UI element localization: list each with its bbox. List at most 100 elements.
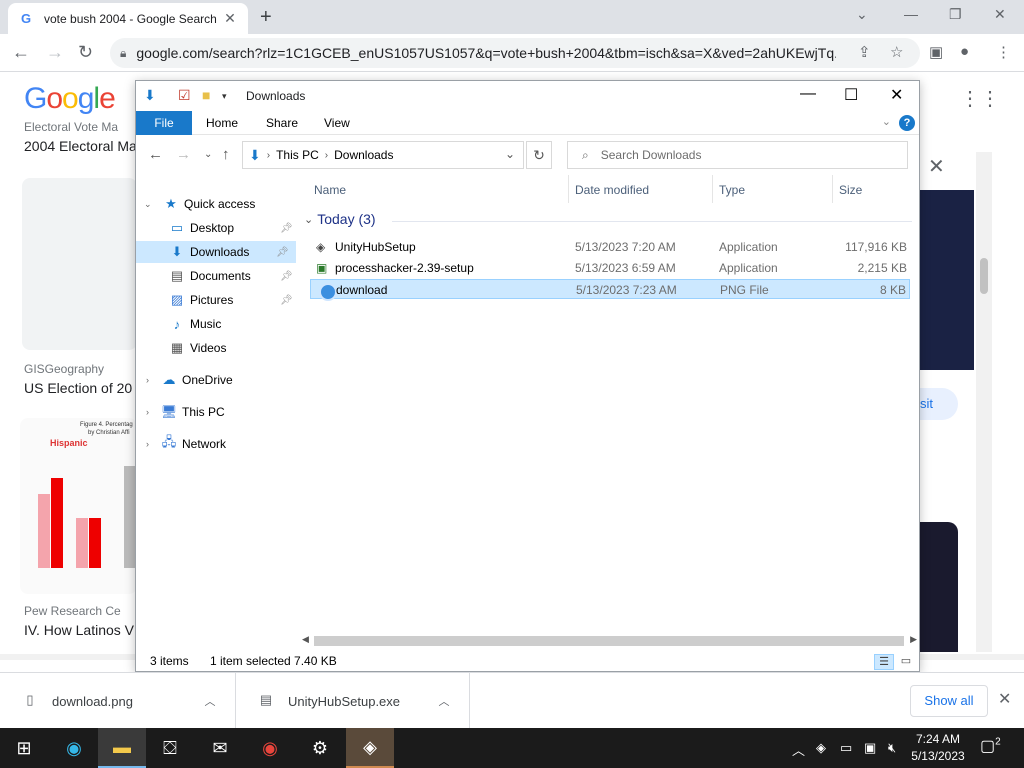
explorer-close-button[interactable]: ✕ [890,85,903,105]
volume-muted-icon[interactable]: 🔇︎ [888,740,896,756]
nav-videos[interactable]: ▦ Videos [168,337,227,359]
address-url[interactable]: google.com/search?rlz=1C1GCEB_enUS1057US… [136,45,836,61]
system-clock[interactable]: 7:24 AM 5/13/2023 [906,731,970,765]
up-button[interactable]: ↑ [222,146,230,163]
nav-network[interactable]: 🖧︎ Network [160,433,226,455]
breadcrumb-thispc[interactable]: This PC [276,148,319,162]
tab-file[interactable]: File [136,111,192,135]
file-row[interactable]: ▣ processhacker-2.39-setup 5/13/2023 6:5… [310,258,910,278]
result-source[interactable]: Pew Research Ce [24,604,121,618]
result-title[interactable]: 2004 Electoral Ma [24,138,137,154]
result-image-chart[interactable]: Figure 4. Percentag by Christian Affi Hi… [20,418,137,594]
nav-documents[interactable]: ▤ Documents 📌︎ [168,265,294,287]
minimize-button[interactable]: — [904,6,918,22]
share-icon[interactable]: ⇪ [858,43,871,61]
explorer-forward-button[interactable]: → [176,146,191,163]
visit-button[interactable]: sit [920,388,958,420]
explorer-back-button[interactable]: ← [148,146,163,163]
expand-chevron-icon[interactable]: › [146,375,149,385]
download-item[interactable]: ▤ UnityHubSetup.exe ︿ [236,673,470,729]
page-scrollbar-thumb[interactable] [980,258,988,294]
explorer-minimize-button[interactable]: — [800,85,816,103]
column-type[interactable]: Type [719,183,745,197]
network-tray-icon[interactable]: ▣ [864,740,876,756]
breadcrumb-separator-icon[interactable]: › [267,150,270,161]
show-all-button[interactable]: Show all [910,685,988,717]
new-tab-button[interactable]: + [260,6,272,29]
column-divider[interactable] [832,175,833,203]
tab-search-icon[interactable]: ⌄ [856,6,868,23]
taskbar-chrome[interactable]: ◉ [246,728,294,768]
refresh-button[interactable]: ↻ [526,141,552,169]
unity-tray-icon[interactable]: ◈ [816,740,826,756]
scroll-right-icon[interactable]: ▶ [910,634,917,645]
file-row-selected[interactable]: download 5/13/2023 7:23 AM PNG File 8 KB [310,279,910,301]
preview-close-icon[interactable]: ✕ [928,154,945,179]
taskbar-file-explorer[interactable]: ▬ [98,728,146,768]
close-window-button[interactable]: ✕ [994,6,1006,23]
profile-avatar-icon[interactable]: ● [960,43,969,60]
properties-icon[interactable]: ☑ [178,87,191,104]
tab-view[interactable]: View [312,111,362,135]
explorer-address-bar[interactable]: ⬇ › This PC › Downloads ⌄ [242,141,524,169]
column-date-modified[interactable]: Date modified [575,183,649,197]
result-source[interactable]: Electoral Vote Ma [24,120,118,134]
start-button[interactable]: ⊞ [0,728,48,768]
explorer-titlebar[interactable]: ⬇ ☑ ■ ▾ Downloads — ☐ ✕ [136,81,919,111]
google-logo[interactable]: Google [24,82,116,116]
new-folder-icon[interactable]: ■ [202,87,210,103]
expand-ribbon-icon[interactable]: ⌄ [882,115,891,128]
forward-button[interactable]: → [46,42,64,63]
reload-button[interactable]: ↻ [78,42,93,63]
large-icons-view-icon[interactable]: ▭ [896,654,916,670]
nav-downloads[interactable]: ⬇ Downloads 📌︎ [136,241,296,263]
taskbar-edge[interactable]: ◉ [50,728,98,768]
nav-desktop[interactable]: ▭ Desktop 📌︎ [168,217,294,239]
scrollbar-thumb[interactable] [314,636,904,646]
breadcrumb-separator-icon[interactable]: › [325,150,328,161]
column-size[interactable]: Size [839,183,862,197]
nav-this-pc[interactable]: 🖥︎ This PC [160,401,225,423]
collapse-chevron-icon[interactable]: ⌄ [304,213,313,226]
result-source[interactable]: GISGeography [24,362,104,376]
browser-tab[interactable]: G vote bush 2004 - Google Search ✕ [8,3,248,34]
expand-chevron-icon[interactable]: ⌄ [144,199,152,210]
recent-locations-icon[interactable]: ⌄ [204,149,212,160]
file-list-horizontal-scrollbar[interactable]: ◀ ▶ [300,633,919,649]
pin-icon[interactable]: 📌︎ [280,295,293,306]
battery-icon[interactable]: ▭ [840,740,852,756]
taskbar-unity-installer[interactable]: ◈ [346,728,394,768]
show-hidden-icons-chevron-icon[interactable]: ︿ [792,740,805,759]
download-options-chevron-icon[interactable]: ︿ [429,693,459,709]
tab-share[interactable]: Share [254,111,310,135]
nav-quick-access[interactable]: ★ Quick access [162,193,255,215]
column-divider[interactable] [568,175,569,203]
expand-chevron-icon[interactable]: › [146,407,149,417]
breadcrumb-downloads[interactable]: Downloads [334,148,393,162]
details-view-icon[interactable]: ☰ [874,654,894,670]
pin-icon[interactable]: 📌︎ [280,223,293,234]
related-image[interactable] [920,522,958,652]
help-icon[interactable]: ? [899,115,915,131]
address-bar[interactable]: 🔒︎ google.com/search?rlz=1C1GCEB_enUS105… [110,38,920,68]
tab-home[interactable]: Home [194,111,250,135]
scroll-left-icon[interactable]: ◀ [302,634,309,645]
result-title[interactable]: US Election of 20 [24,380,132,396]
group-header-today[interactable]: ⌄ Today (3) [302,211,376,227]
expand-chevron-icon[interactable]: › [146,439,149,449]
apps-grid-icon[interactable]: ⋮⋮ [960,86,1000,111]
taskbar-settings[interactable]: ⚙ [296,728,344,768]
menu-kebab-icon[interactable]: ⋮ [996,43,1011,61]
result-image[interactable] [22,178,137,350]
nav-onedrive[interactable]: ☁ OneDrive [160,369,233,391]
search-downloads-input[interactable]: ⌕ Search Downloads [567,141,908,169]
address-dropdown-icon[interactable]: ⌄ [505,147,515,161]
nav-pictures[interactable]: ▨ Pictures 📌︎ [168,289,294,311]
tab-close-icon[interactable]: ✕ [222,10,238,27]
taskbar-store[interactable]: ⛋ [146,728,194,768]
page-scrollbar[interactable] [976,152,992,652]
bookmark-star-icon[interactable]: ☆ [890,43,903,61]
nav-music[interactable]: ♪ Music [168,313,222,335]
lock-icon[interactable]: 🔒︎ [120,46,126,61]
back-button[interactable]: ← [12,42,30,63]
